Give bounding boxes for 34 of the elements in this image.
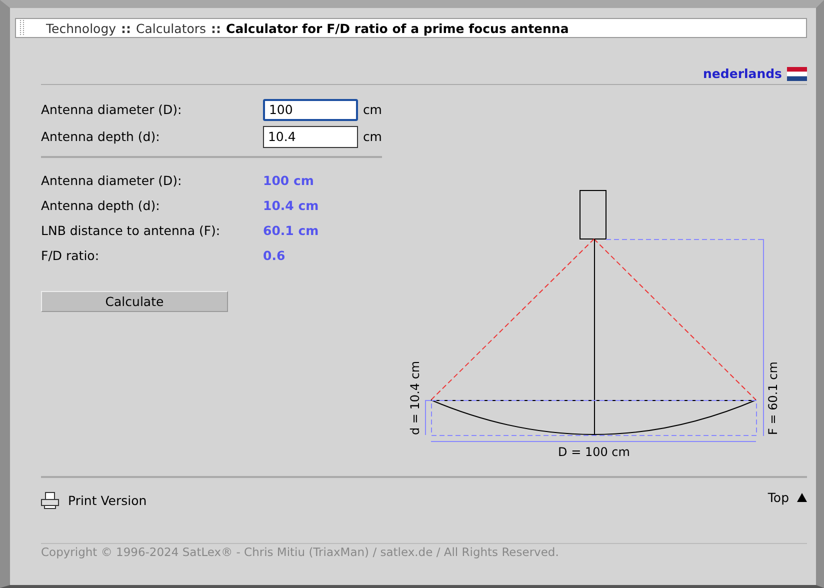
result-label: Antenna diameter (D): xyxy=(41,173,183,188)
result-label: Antenna depth (d): xyxy=(41,198,161,213)
unit-label: cm xyxy=(362,102,382,117)
unit-label: cm xyxy=(362,129,382,144)
focal-label: F = 60.1 cm xyxy=(766,362,780,435)
printer-icon xyxy=(41,492,59,508)
result-label: F/D ratio: xyxy=(41,248,100,263)
field-label: Antenna diameter (D): xyxy=(41,102,183,117)
breadcrumb-link[interactable]: Calculators xyxy=(136,20,206,36)
language-link[interactable]: nederlands xyxy=(703,66,782,81)
lnb-drawing xyxy=(580,190,606,240)
result-value: 100 cm xyxy=(263,173,314,188)
depth-dimension-line xyxy=(425,400,432,436)
input-field[interactable]: 10.4 xyxy=(262,126,358,148)
breadcrumb-link[interactable]: Technology xyxy=(46,20,116,36)
result-value: 10.4 cm xyxy=(263,198,319,213)
diameter-label: D = 100 cm xyxy=(558,445,630,459)
up-triangle-icon xyxy=(797,492,807,502)
top-link[interactable]: Top xyxy=(768,487,807,507)
result-value: 60.1 cm xyxy=(263,223,319,238)
result-value: 0.6 xyxy=(263,248,286,263)
result-label: LNB distance to antenna (F): xyxy=(41,223,222,238)
page-title: Calculator for F/D ratio of a prime focus antenna xyxy=(226,20,569,36)
flag-icon xyxy=(787,66,807,80)
print-link[interactable]: Print Version xyxy=(41,490,147,510)
top-label: Top xyxy=(768,490,789,504)
breadcrumb-separator: :: xyxy=(211,20,222,36)
breadcrumb-separator: :: xyxy=(121,20,132,36)
copyright-text: Copyright © 1996-2024 SatLex® - Chris Mitiu (TriaxMan) / satlex.de / All Rights Reserved. xyxy=(41,545,559,559)
depth-label: d = 10.4 cm xyxy=(408,360,422,435)
field-label: Antenna depth (d): xyxy=(41,129,161,144)
input-field[interactable]: 100 xyxy=(262,98,358,120)
calculate-button[interactable]: Calculate xyxy=(41,291,228,312)
print-label: Print Version xyxy=(68,492,147,508)
